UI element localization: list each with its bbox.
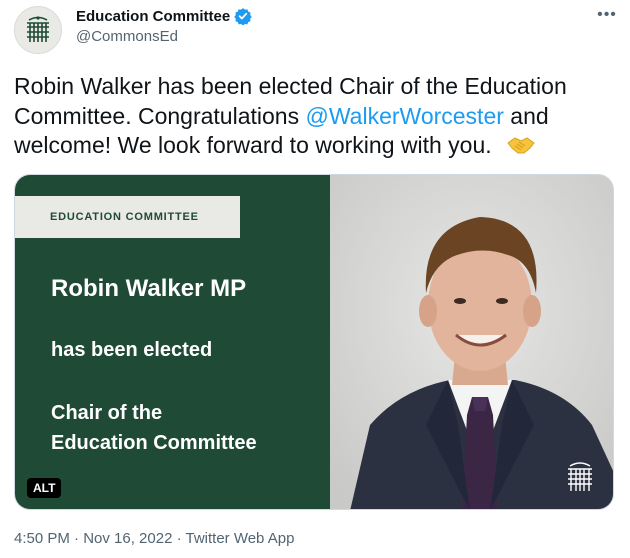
verified-badge-icon — [234, 8, 252, 25]
tweet-image[interactable]: EDUCATION COMMITTEE Robin Walker MP has … — [14, 174, 614, 510]
avatar[interactable] — [14, 6, 62, 54]
portcullis-icon — [27, 16, 49, 42]
announcement-panel: EDUCATION COMMITTEE Robin Walker MP has … — [15, 175, 330, 509]
account-name-row[interactable]: Education Committee — [76, 7, 252, 25]
alt-text-badge[interactable]: ALT — [27, 478, 62, 498]
tweet-text: Robin Walker has been elected Chair of t… — [14, 72, 614, 161]
image-subline: has been elected — [51, 339, 213, 361]
image-role: Chair of the Education Committee — [51, 398, 257, 458]
handshake-icon — [507, 137, 535, 154]
portrait-photo — [330, 175, 613, 509]
committee-label: EDUCATION COMMITTEE — [50, 211, 199, 223]
image-role-line: Chair of the — [51, 402, 163, 424]
committee-label-box: EDUCATION COMMITTEE — [15, 196, 240, 238]
image-role-line: Education Committee — [51, 432, 257, 454]
image-headline: Robin Walker MP — [51, 275, 247, 302]
portrait-illustration — [330, 175, 613, 509]
tweet-timestamp[interactable]: 4:50 PM · Nov 16, 2022 · Twitter Web App — [14, 530, 294, 547]
account-handle[interactable]: @CommonsEd — [76, 28, 178, 45]
account-name[interactable]: Education Committee — [76, 8, 230, 25]
more-options-button[interactable]: ••• — [594, 2, 620, 28]
mention-link[interactable]: @WalkerWorcester — [305, 103, 503, 129]
tweet-card: Education Committee @CommonsEd ••• Robin… — [0, 0, 630, 558]
